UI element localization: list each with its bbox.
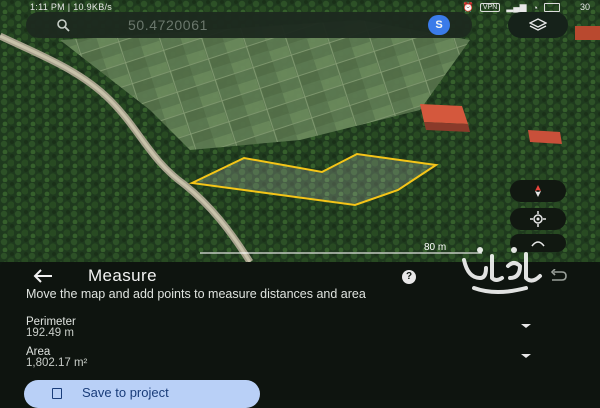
wifi-icon: ◔ — [532, 2, 538, 13]
vpn-icon: VPN — [479, 3, 501, 12]
compass-button[interactable] — [510, 180, 566, 202]
search-icon[interactable] — [56, 18, 70, 32]
alarm-icon: ⏰ — [462, 2, 474, 12]
save-label: Save to project — [82, 385, 169, 400]
perimeter-value: 192.49 m — [26, 327, 74, 339]
page-title: Measure — [88, 266, 157, 285]
back-arrow-icon[interactable] — [32, 268, 54, 284]
layers-button[interactable] — [508, 12, 568, 38]
area-expand-icon[interactable] — [520, 352, 532, 360]
help-icon[interactable]: ? — [402, 270, 416, 284]
watermark-logo — [462, 247, 542, 294]
avatar[interactable]: S — [428, 15, 450, 35]
perimeter-expand-icon[interactable] — [520, 322, 532, 330]
compass-icon — [535, 185, 541, 197]
search-bar[interactable]: 50.4720061 S — [26, 12, 472, 38]
battery-icon — [544, 3, 560, 12]
save-to-project-button[interactable]: Save to project — [24, 380, 260, 408]
layers-icon — [529, 18, 547, 31]
scale-label: 80 m — [424, 242, 447, 253]
battery-level: 30 — [579, 2, 590, 12]
location-button[interactable] — [510, 208, 566, 230]
undo-icon[interactable] — [548, 269, 568, 283]
status-time: 1:11 PM | 10.9KB/s — [30, 2, 113, 12]
my-location-icon — [530, 211, 546, 227]
search-input[interactable]: 50.4720061 — [128, 17, 208, 33]
bookmark-icon — [52, 388, 62, 399]
area-value: 1,802.17 m² — [26, 357, 88, 369]
